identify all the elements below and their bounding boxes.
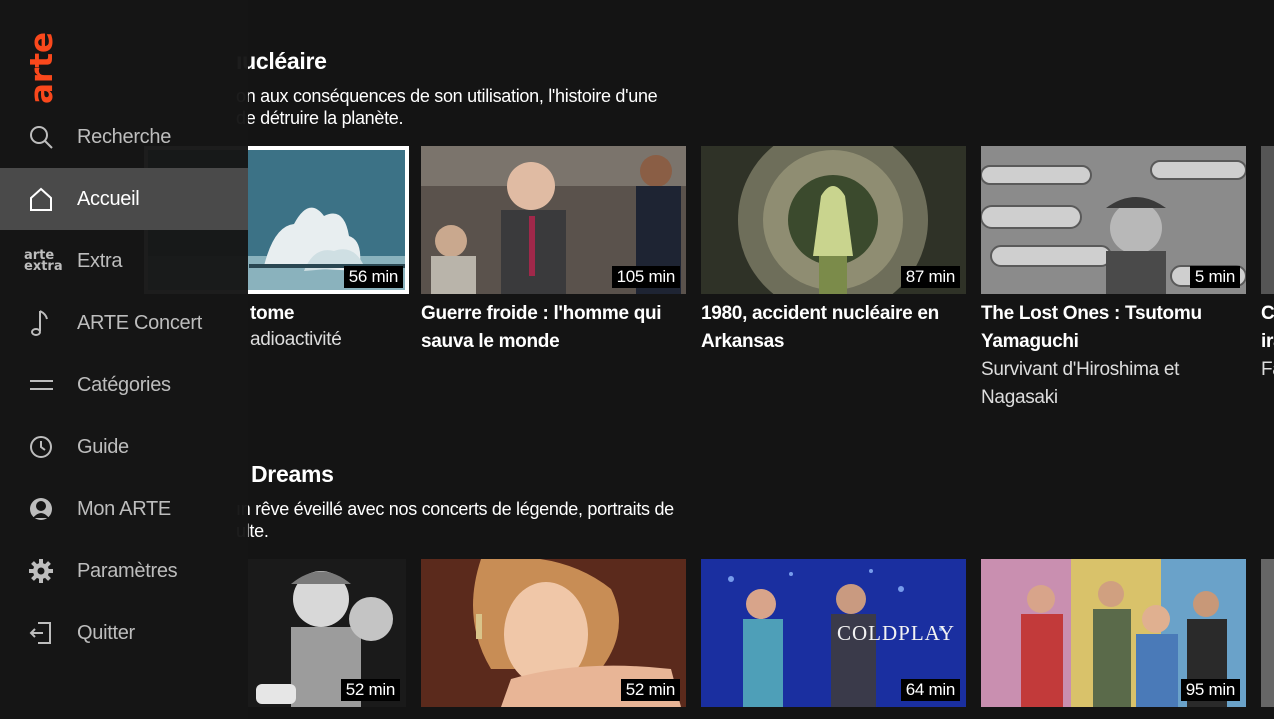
sidebar-item-label: Guide <box>77 435 129 458</box>
program-card[interactable]: 5 min The Lost Ones : Tsutomu Yamaguchi … <box>981 146 1246 412</box>
sidebar-item-arte-concert[interactable]: ARTE Concert <box>0 292 248 354</box>
sidebar-item-parametres[interactable]: Paramètres <box>0 540 248 602</box>
card-thumbnail <box>1261 559 1274 707</box>
menu-lines-icon <box>28 368 62 402</box>
duration-badge: 87 min <box>900 266 960 288</box>
sidebar-item-label: Recherche <box>77 125 172 148</box>
card-title: Ca ira <box>1261 303 1274 352</box>
logo-text: arte <box>28 32 58 104</box>
duration-badge: 52 min <box>340 679 400 701</box>
duration-badge: 95 min <box>1180 679 1240 701</box>
card-thumbnail: 52 min <box>421 559 686 707</box>
row-description: on aux conséquences de son utilisation, … <box>236 86 658 128</box>
card-thumbnail: 87 min <box>701 146 966 294</box>
program-card[interactable]: Ca ira Fa <box>1261 146 1274 384</box>
home-icon <box>28 182 62 216</box>
sidebar-item-extra[interactable]: arte extra Extra <box>0 230 248 292</box>
card-subtitle: Fa <box>1261 359 1274 380</box>
sidebar-item-label: Catégories <box>77 373 171 396</box>
music-note-icon <box>28 306 62 340</box>
sidebar-item-label: Paramètres <box>77 559 178 582</box>
search-icon <box>28 120 62 154</box>
program-card[interactable]: 95 min <box>981 559 1246 707</box>
duration-badge: 64 min <box>900 679 960 701</box>
sidebar-item-label: ARTE Concert <box>77 311 202 334</box>
program-card[interactable]: 87 min 1980, accident nucléaire en Arkan… <box>701 146 966 356</box>
card-thumbnail: 105 min <box>421 146 686 294</box>
sidebar-item-label: Quitter <box>77 621 135 644</box>
sidebar-item-label: Accueil <box>77 187 140 210</box>
sidebar: arte Recherche Accueil arte extra Extra … <box>0 0 248 719</box>
program-card[interactable]: 52 min <box>421 559 686 707</box>
row-title: ıucléaire <box>236 48 327 74</box>
sidebar-item-quitter[interactable]: Quitter <box>0 602 248 664</box>
card-title: The Lost Ones : Tsutomu Yamaguchi <box>981 303 1202 352</box>
card-thumbnail: COLDPLAY 64 min <box>701 559 966 707</box>
duration-badge: 105 min <box>611 266 680 288</box>
sidebar-item-label: Extra <box>77 249 123 272</box>
row-description: ın rêve éveillé avec nos concerts de lég… <box>236 499 674 541</box>
clock-icon <box>28 430 62 464</box>
card-thumbnail <box>1261 146 1274 294</box>
sidebar-item-label: Mon ARTE <box>77 497 171 520</box>
sidebar-item-categories[interactable]: Catégories <box>0 354 248 416</box>
gear-icon <box>28 554 62 588</box>
arte-extra-icon: arte extra <box>24 244 63 278</box>
extra-icon-text: arte extra <box>24 248 63 274</box>
thumbnail-overlay-text: COLDPLAY <box>837 621 956 645</box>
sidebar-item-guide[interactable]: Guide <box>0 416 248 478</box>
card-title: 1980, accident nucléaire en Arkansas <box>701 303 939 352</box>
duration-badge: 52 min <box>620 679 680 701</box>
card-title: Guerre froide : l'homme qui sauva le mon… <box>421 303 662 352</box>
sidebar-item-accueil[interactable]: Accueil <box>0 168 248 230</box>
user-icon <box>28 492 62 526</box>
exit-icon <box>28 616 62 650</box>
duration-badge: 56 min <box>343 266 403 288</box>
row-title: Dreams <box>251 461 334 487</box>
program-card[interactable]: 105 min Guerre froide : l'homme qui sauv… <box>421 146 686 356</box>
arte-logo[interactable]: arte <box>24 26 60 106</box>
card-thumbnail: 5 min <box>981 146 1246 294</box>
program-card[interactable] <box>1261 559 1274 707</box>
card-subtitle: Survivant d'Hiroshima et Nagasaki <box>981 359 1180 408</box>
sidebar-item-recherche[interactable]: Recherche <box>0 106 248 168</box>
card-thumbnail: 95 min <box>981 559 1246 707</box>
duration-badge: 5 min <box>1189 266 1240 288</box>
sidebar-item-mon-arte[interactable]: Mon ARTE <box>0 478 248 540</box>
program-card[interactable]: COLDPLAY 64 min <box>701 559 966 707</box>
